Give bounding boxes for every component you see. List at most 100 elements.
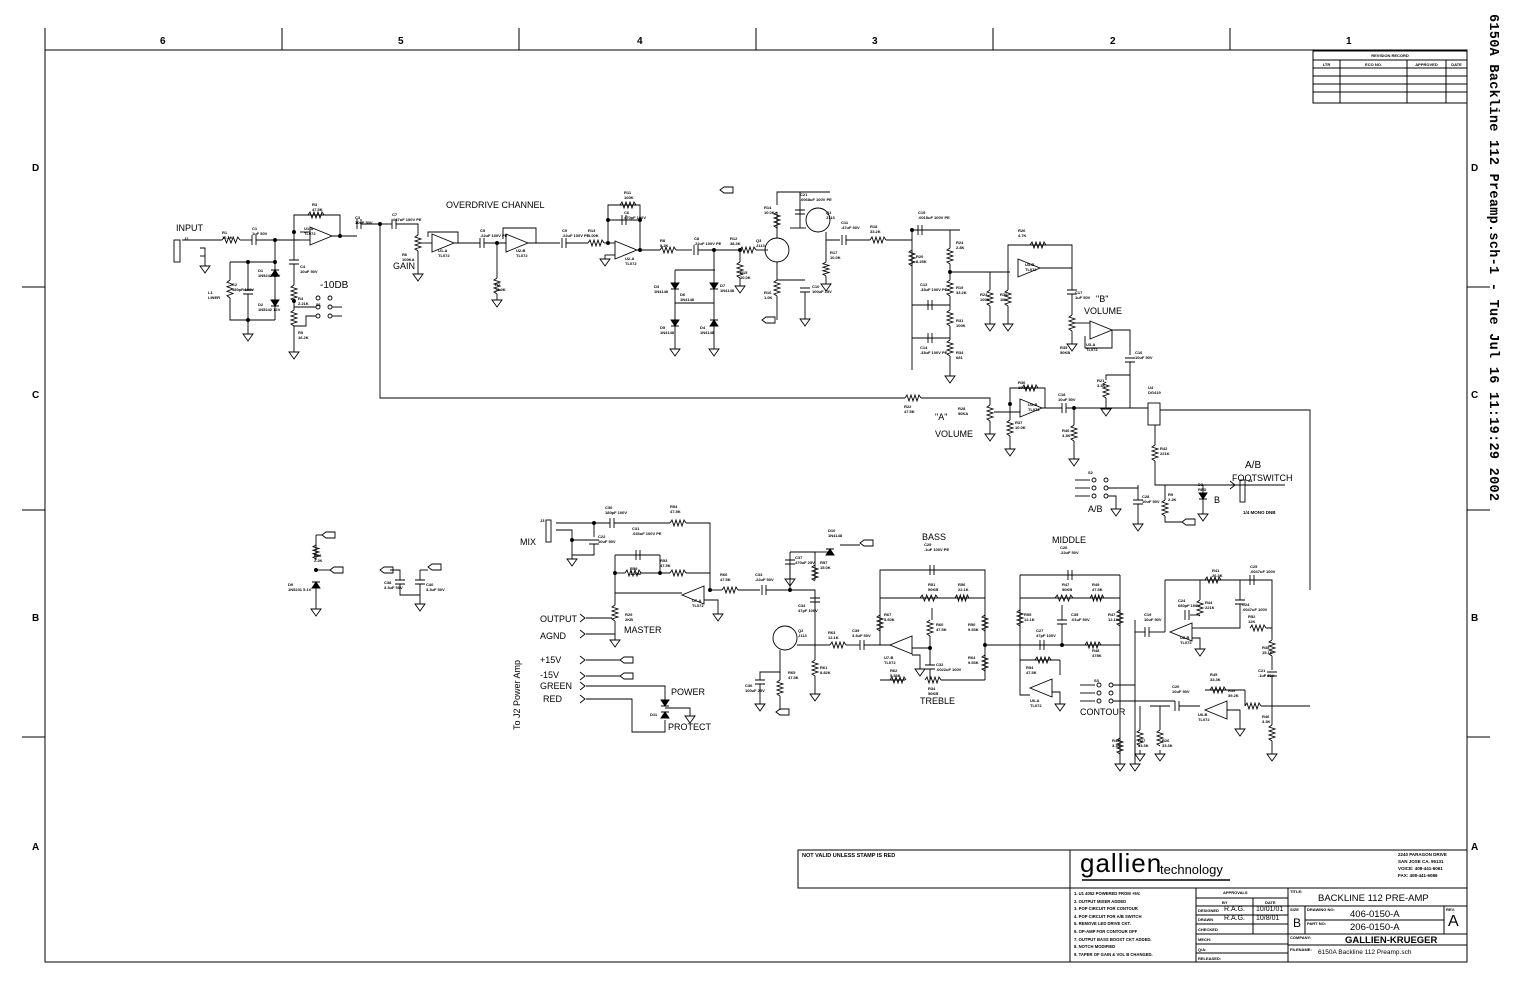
component-label: C33.22uF 50V xyxy=(755,572,774,582)
component-value: 1N5231 5.1V xyxy=(288,587,312,592)
wire xyxy=(1164,516,1182,523)
component-value: 10uF 50V xyxy=(1172,689,1190,694)
approvals-col-by: BY xyxy=(1222,900,1228,905)
component-label: R29 2KB xyxy=(625,612,633,622)
connector-pin-icon xyxy=(579,671,586,681)
component-value: 180pF 100V xyxy=(232,287,255,292)
label-ab: A/B xyxy=(1245,460,1262,471)
component-value: .0068uF 100V PE xyxy=(800,197,832,202)
switch-contact-icon xyxy=(315,295,321,301)
resistor-icon xyxy=(1067,314,1077,332)
resistor-icon xyxy=(721,585,739,595)
title-label: TITLE: xyxy=(1290,889,1303,894)
analog-switch-icon xyxy=(1147,402,1161,426)
component-label: C32.0022uF 100V xyxy=(936,662,961,672)
component-value: 10.0K xyxy=(1015,425,1026,430)
capacitor-icon xyxy=(1184,610,1190,620)
component-value: .047uF 100V PE xyxy=(392,217,422,222)
component-value: TL072 xyxy=(1180,640,1192,645)
component-label: S3 xyxy=(1094,678,1099,683)
component-label: R14 10.0K xyxy=(764,205,775,215)
resistor-icon xyxy=(1005,419,1015,437)
component-label: D1 1N5242 12V xyxy=(258,268,280,278)
approval-role: DESIGNED xyxy=(1198,908,1219,913)
part-no-label: PART NO: xyxy=(1307,921,1327,926)
component-label: C9.22uF 100V PE xyxy=(562,228,589,238)
switch-contact-icon xyxy=(1103,485,1109,491)
component-label: C18 10uF 50V xyxy=(1058,392,1076,402)
component-label: U5-B TL072 xyxy=(1028,402,1040,412)
ground-icon xyxy=(599,255,611,267)
wire xyxy=(586,685,666,700)
component-ref: S1 xyxy=(316,302,321,307)
filename: 6150A Backline 112 Preamp.sch xyxy=(1318,949,1412,956)
zone-col-4: 4 xyxy=(637,36,643,47)
component-label: R4 2.21K xyxy=(298,296,309,306)
component-label: C39 3.3uF 50V xyxy=(852,628,871,638)
component-label: R30 1M xyxy=(1000,292,1007,302)
component-value: 3.3K xyxy=(1112,743,1121,748)
junction-dot xyxy=(948,270,952,274)
component-value: 680pF 100V xyxy=(1178,603,1201,608)
resistor-icon xyxy=(925,619,935,637)
component-value: 2.2K xyxy=(314,558,323,563)
resistor-icon xyxy=(924,675,942,685)
ground-icon xyxy=(754,700,766,712)
component-value: 3.3K xyxy=(1097,383,1106,388)
component-label: C1 1uF 50V xyxy=(252,226,267,236)
component-value: TL072 xyxy=(1198,717,1210,722)
component-label: R41 26.3K xyxy=(1212,568,1223,578)
component-label: C24.0047uF 100V xyxy=(1242,602,1267,612)
wire xyxy=(502,227,537,243)
zone-row-d: D xyxy=(32,163,40,174)
component-label: R11 100K xyxy=(624,190,634,200)
revision-record-title: REVISION RECORD xyxy=(1371,53,1409,58)
component-value: TL072 xyxy=(625,261,637,266)
component-label: U1-A TL072 xyxy=(438,248,450,258)
component-label: R23 100K xyxy=(980,292,990,302)
component-value: .01uF 50V xyxy=(1071,617,1090,622)
component-value: DG419 xyxy=(1148,390,1161,395)
component-label: R39 39.2K xyxy=(1228,688,1239,698)
label-overdrive-channel: OVERDRIVE CHANNEL xyxy=(446,200,545,210)
resistor-icon xyxy=(289,284,299,302)
wire xyxy=(1105,374,1130,380)
component-value: 1N4148 xyxy=(654,289,669,294)
zone-row-d-right: D xyxy=(1471,163,1479,174)
ground-icon xyxy=(1054,700,1066,712)
wire xyxy=(293,214,341,236)
label-bass: BASS xyxy=(922,532,947,542)
approval-role: MECH: xyxy=(1198,937,1212,942)
ground-icon xyxy=(1068,455,1080,467)
component-label: R26 33.3K xyxy=(1162,738,1173,748)
capacitor-icon xyxy=(925,664,935,670)
component-label: C19.0015uF 100V PE xyxy=(918,210,950,220)
component-value: .0047uF 100V xyxy=(1242,607,1268,612)
resistor-icon xyxy=(904,393,922,403)
drawing-no-label: DRAWING NO: xyxy=(1307,907,1335,912)
capacitor-icon xyxy=(1125,357,1135,363)
resistor-icon xyxy=(1069,424,1079,442)
capacitor-icon xyxy=(1057,619,1067,625)
revision-note: 5. REMOVE LED DRIVE CKT. xyxy=(1074,921,1131,927)
plus-15v-port-icon xyxy=(321,531,336,539)
component-value: 10uF 50V xyxy=(1142,499,1160,504)
ground-icon xyxy=(199,262,211,274)
component-label: R67 5.60K xyxy=(884,612,895,622)
revision-letter: A xyxy=(1448,913,1459,930)
component-value: 39.2K xyxy=(1228,693,1239,698)
wire xyxy=(1019,575,1030,696)
component-label: R47 12.1K xyxy=(1108,612,1119,622)
component-value: 1N5242 12V xyxy=(258,273,281,278)
wire xyxy=(390,569,401,580)
component-label: C38 3.3uF 50V xyxy=(384,580,403,590)
component-label: R36 10.0K xyxy=(1018,380,1029,390)
component-value: 1N4148 xyxy=(680,297,695,302)
component-value: .1uF 50V xyxy=(1258,673,1275,678)
component-label: C4 10uF 50V xyxy=(300,264,318,274)
capacitor-icon xyxy=(609,518,615,528)
component-label: C6 470pF 100V xyxy=(624,210,646,220)
component-value: 681 xyxy=(956,355,963,360)
component-label: D11 xyxy=(650,712,657,717)
component-value: 12.1K xyxy=(1024,617,1035,622)
